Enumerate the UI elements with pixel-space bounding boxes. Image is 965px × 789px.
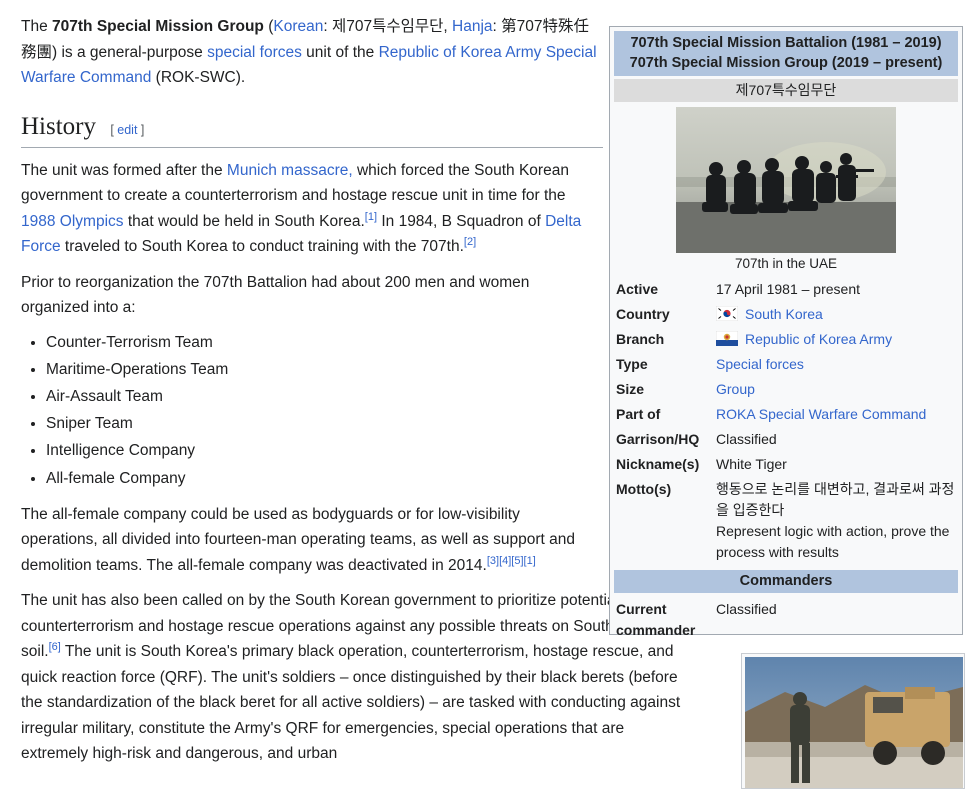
- reference-1[interactable]: [1]: [365, 210, 377, 222]
- row-label: Active: [616, 281, 659, 297]
- list-item: Intelligence Company: [46, 437, 603, 464]
- reference-3[interactable]: [3]: [487, 555, 499, 567]
- row-value: Group: [716, 377, 958, 402]
- row-label: Motto(s): [616, 481, 672, 497]
- infobox-table: Active 17 April 1981 – present Country S…: [616, 277, 958, 566]
- infobox-row-motto: Motto(s) 행동으로 논리를 대변하고, 결과로써 과정을 입증한다 Re…: [616, 477, 958, 566]
- roka-flag-icon[interactable]: [715, 330, 739, 347]
- history-section-heading: History [ edit ]: [21, 109, 603, 148]
- infobox-native-name: 제707특수임무단: [614, 79, 958, 102]
- row-value: White Tiger: [716, 456, 787, 472]
- edit-bracket: ]: [137, 122, 145, 137]
- south-korea-flag-icon[interactable]: [715, 305, 739, 322]
- infobox-row-active: Active 17 April 1981 – present: [616, 277, 958, 302]
- commanders-table: Current commander Classified: [616, 597, 958, 644]
- intro-text: (: [263, 18, 274, 35]
- size-link[interactable]: Group: [716, 381, 755, 397]
- infobox-row-branch: Branch Republic of Korea Army: [616, 327, 958, 352]
- article-body: The 707th Special Mission Group (Korean:…: [21, 14, 680, 767]
- article-photo[interactable]: [741, 653, 965, 789]
- article-subject: 707th Special Mission Group: [52, 18, 264, 35]
- infobox-row-garrison: Garrison/HQ Classified: [616, 427, 958, 452]
- infobox-title: 707th Special Mission Battalion (1981 – …: [614, 31, 958, 76]
- hanja-link[interactable]: Hanja: [452, 18, 493, 35]
- list-item: All-female Company: [46, 465, 603, 492]
- soldier-vehicle-photo: [745, 657, 963, 788]
- reference-6[interactable]: [6]: [49, 641, 61, 653]
- infobox-row-country: Country South Korea: [616, 302, 958, 327]
- row-value: Republic of Korea Army: [715, 327, 958, 352]
- roka-link[interactable]: Republic of Korea Army: [745, 331, 892, 347]
- history-heading: History: [21, 112, 96, 140]
- row-value: Classified: [716, 601, 777, 617]
- south-korea-link[interactable]: South Korea: [745, 306, 823, 322]
- reference-5[interactable]: [5]: [511, 555, 523, 567]
- row-value: 행동으로 논리를 대변하고, 결과로써 과정을 입증한다 Represent l…: [716, 477, 958, 566]
- row-value: Special forces: [716, 352, 958, 377]
- infobox-title-line: 707th Special Mission Battalion (1981 – …: [630, 35, 942, 51]
- row-label: Type: [616, 356, 648, 372]
- row-value: ROKA Special Warfare Command: [716, 402, 958, 427]
- intro-text: (ROK-SWC).: [151, 69, 246, 86]
- intro-text: The: [21, 18, 53, 35]
- soldiers-photo: [676, 107, 896, 253]
- infobox-row-type: Type Special forces: [616, 352, 958, 377]
- infobox-row-size: Size Group: [616, 377, 958, 402]
- list-item: Maritime-Operations Team: [46, 356, 603, 383]
- paragraph-text: The unit was formed after the: [21, 161, 227, 179]
- infobox-row-commander: Current commander Classified: [616, 597, 958, 644]
- infobox-image-caption: 707th in the UAE: [734, 256, 838, 271]
- paragraph-text: In 1984, B Squadron of: [377, 212, 546, 230]
- infobox-row-nickname: Nickname(s) White Tiger: [616, 452, 958, 477]
- part-of-link[interactable]: ROKA Special Warfare Command: [716, 406, 926, 422]
- row-value: 17 April 1981 – present: [716, 281, 860, 297]
- intro-text: : 제707특수임무단,: [323, 18, 453, 35]
- type-link[interactable]: Special forces: [716, 356, 804, 372]
- row-label: Size: [616, 381, 645, 397]
- motto-korean: 행동으로 논리를 대변하고, 결과로써 과정을 입증한다: [716, 481, 955, 518]
- infobox-row-part-of: Part of ROKA Special Warfare Command: [616, 402, 958, 427]
- infobox: 707th Special Mission Battalion (1981 – …: [609, 26, 963, 638]
- paragraph-text: The unit is South Korea's primary black …: [21, 643, 681, 763]
- motto-english: Represent logic with action, prove the p…: [716, 523, 950, 560]
- row-label: Current commander: [616, 601, 696, 638]
- row-label: Country: [616, 306, 670, 322]
- history-paragraph-2: Prior to reorganization the 707th Battal…: [21, 273, 530, 317]
- intro-paragraph: The 707th Special Mission Group (Korean:…: [21, 14, 603, 91]
- intro-text: unit of the: [301, 43, 379, 61]
- reference-1[interactable]: [1]: [524, 555, 536, 567]
- row-label: Nickname(s): [616, 456, 700, 472]
- row-label: Garrison/HQ: [616, 431, 700, 447]
- history-paragraph-3: The all-female company could be used as …: [21, 502, 599, 579]
- korean-link[interactable]: Korean: [273, 18, 323, 35]
- row-value: South Korea: [715, 302, 958, 327]
- paragraph-text: traveled to South Korea to conduct train…: [60, 238, 464, 255]
- teams-list: Counter-Terrorism Team Maritime-Operatio…: [21, 329, 603, 492]
- row-value: Classified: [716, 431, 777, 447]
- edit-section: [ edit ]: [110, 123, 144, 137]
- reference-2[interactable]: [2]: [464, 236, 476, 248]
- list-item: Air-Assault Team: [46, 383, 603, 410]
- edit-history-link[interactable]: edit: [117, 123, 137, 137]
- munich-massacre-link[interactable]: Munich massacre,: [227, 162, 353, 179]
- row-label: Part of: [616, 406, 661, 422]
- paragraph-text: that would be held in South Korea.: [123, 212, 365, 230]
- history-paragraph-1: The unit was formed after the Munich mas…: [21, 158, 603, 260]
- infobox-title-line: 707th Special Mission Group (2019 – pres…: [629, 55, 943, 71]
- row-label: Branch: [616, 331, 665, 347]
- reference-4[interactable]: [4]: [499, 555, 511, 567]
- commanders-heading: Commanders: [614, 570, 958, 593]
- list-item: Counter-Terrorism Team: [46, 329, 603, 356]
- history-paragraph-4: The unit has also been called on by the …: [21, 588, 681, 767]
- photo-frame: [745, 657, 963, 788]
- list-item: Sniper Team: [46, 410, 603, 437]
- olympics-link[interactable]: 1988 Olympics: [21, 213, 124, 230]
- infobox-image[interactable]: [676, 107, 896, 253]
- special-forces-link[interactable]: special forces: [207, 44, 302, 61]
